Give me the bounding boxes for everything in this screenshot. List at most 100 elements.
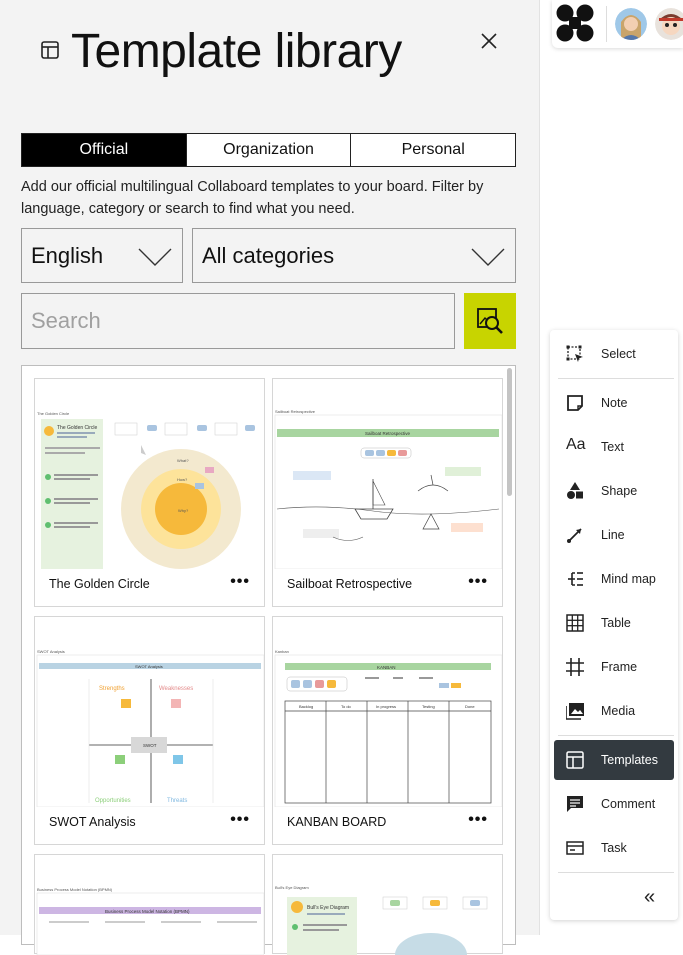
- svg-text:Opportunities: Opportunities: [95, 798, 131, 804]
- more-options-button[interactable]: •••: [230, 574, 250, 590]
- template-name: The Golden Circle: [49, 577, 150, 591]
- comment-icon: [567, 796, 583, 812]
- tools-toolbar: Select Note Aa Text Shape Line Mind map …: [550, 330, 678, 920]
- scrollbar[interactable]: [507, 368, 512, 496]
- close-icon[interactable]: [476, 28, 502, 54]
- svg-text:Sailboat Retrospective: Sailboat Retrospective: [275, 409, 316, 414]
- tool-line[interactable]: Line: [554, 515, 674, 555]
- collaboard-logo-icon[interactable]: [555, 3, 595, 43]
- template-thumbnail: Kanban KANBAN Backlog To do In progress …: [274, 649, 502, 807]
- chevron-down-icon: [471, 248, 505, 266]
- svg-text:Business Process Model Notatio: Business Process Model Notation (BPMN): [37, 887, 113, 892]
- template-thumbnail: SWOT Analysis SWOT Analysis Strengths We…: [36, 649, 264, 807]
- search-input[interactable]: [21, 293, 455, 349]
- tool-frame[interactable]: Frame: [554, 647, 674, 687]
- template-thumbnail: The Golden Circle The Golden Circle What…: [37, 411, 255, 569]
- tool-label: Shape: [601, 484, 638, 498]
- tool-note[interactable]: Note: [554, 383, 674, 423]
- template-icon: [41, 41, 59, 59]
- svg-text:Weaknesses: Weaknesses: [159, 686, 193, 692]
- svg-text:Kanban: Kanban: [275, 649, 289, 654]
- template-thumbnail: Bull's Eye Diagram Bull's Eye Diagram: [275, 885, 488, 955]
- tool-label: Note: [601, 396, 628, 410]
- tool-label: Line: [601, 528, 625, 542]
- tool-templates[interactable]: Templates: [554, 740, 674, 780]
- tool-label: Templates: [601, 753, 658, 767]
- svg-text:Backlog: Backlog: [299, 704, 313, 709]
- tool-label: Mind map: [601, 572, 656, 586]
- divider: [558, 378, 674, 379]
- tab-organization[interactable]: Organization: [187, 134, 352, 166]
- template-name: SWOT Analysis: [49, 815, 136, 829]
- template-thumbnail: Sailboat Retrospective Sailboat Retrospe…: [274, 409, 502, 569]
- collapse-toolbar-button[interactable]: «: [644, 886, 655, 909]
- template-card[interactable]: Kanban KANBAN Backlog To do In progress …: [272, 616, 503, 845]
- tab-personal[interactable]: Personal: [351, 134, 515, 166]
- text-icon: Aa: [566, 436, 586, 453]
- tool-label: Media: [601, 704, 636, 718]
- page-title: Template library: [71, 25, 402, 78]
- svg-text:SWOT Analysis: SWOT Analysis: [37, 649, 65, 654]
- note-icon: [567, 395, 583, 411]
- svg-text:In progress: In progress: [376, 704, 396, 709]
- user-avatar-icon: [655, 8, 683, 40]
- tool-media[interactable]: Media: [554, 691, 674, 731]
- category-select[interactable]: All categories: [192, 228, 516, 283]
- template-card[interactable]: The Golden Circle The Golden Circle What…: [34, 378, 265, 607]
- select-icon: [566, 345, 583, 362]
- svg-text:Bull's Eye Diagram: Bull's Eye Diagram: [307, 905, 349, 911]
- frame-icon: [566, 658, 584, 676]
- svg-text:To do: To do: [341, 704, 352, 709]
- chevron-down-icon: [138, 248, 172, 266]
- language-select-value: English: [31, 242, 104, 268]
- tool-shape[interactable]: Shape: [554, 471, 674, 511]
- template-thumbnail: Business Process Model Notation (BPMN) B…: [36, 887, 264, 955]
- tool-label: Comment: [601, 797, 656, 811]
- media-icon: [566, 703, 584, 720]
- svg-text:Threats: Threats: [167, 798, 187, 804]
- tool-task[interactable]: Task: [554, 828, 674, 868]
- avatar[interactable]: [655, 8, 683, 40]
- more-options-button[interactable]: •••: [468, 574, 488, 590]
- image-search-button[interactable]: [464, 293, 516, 349]
- category-select-value: All categories: [202, 242, 335, 268]
- tool-label: Table: [601, 616, 631, 630]
- tool-text[interactable]: Aa Text: [554, 427, 674, 467]
- table-icon: [566, 614, 584, 632]
- svg-text:Strengths: Strengths: [99, 686, 125, 692]
- shape-icon: [567, 482, 583, 499]
- svg-text:Why?: Why?: [178, 508, 189, 513]
- svg-text:Business Process Model Notatio: Business Process Model Notation (BPMN): [105, 909, 190, 914]
- more-options-button[interactable]: •••: [468, 812, 488, 828]
- tool-select[interactable]: Select: [554, 334, 674, 374]
- image-search-icon: [477, 308, 503, 334]
- tool-table[interactable]: Table: [554, 603, 674, 643]
- template-card[interactable]: Business Process Model Notation (BPMN) B…: [34, 854, 265, 955]
- template-source-tabs: Official Organization Personal: [21, 133, 516, 167]
- tool-comment[interactable]: Comment: [554, 784, 674, 824]
- tool-mind-map[interactable]: Mind map: [554, 559, 674, 599]
- task-icon: [566, 841, 584, 855]
- tool-label: Select: [601, 347, 636, 361]
- svg-text:How?: How?: [177, 477, 188, 482]
- template-card[interactable]: Bull's Eye Diagram Bull's Eye Diagram: [272, 854, 503, 955]
- divider: [558, 735, 674, 736]
- template-library-panel: Template library Official Organization P…: [0, 0, 540, 955]
- divider: [606, 6, 607, 42]
- svg-text:SWOT Analysis: SWOT Analysis: [135, 664, 163, 669]
- tool-label: Task: [601, 841, 627, 855]
- line-icon: [567, 528, 582, 543]
- svg-text:Done: Done: [465, 704, 475, 709]
- svg-text:KANBAN: KANBAN: [377, 665, 396, 670]
- svg-text:The Golden Circle: The Golden Circle: [37, 411, 70, 416]
- more-options-button[interactable]: •••: [230, 812, 250, 828]
- template-card[interactable]: Sailboat Retrospective Sailboat Retrospe…: [272, 378, 503, 607]
- svg-text:Testing: Testing: [422, 704, 435, 709]
- svg-text:What?: What?: [177, 458, 189, 463]
- svg-text:The Golden Circle: The Golden Circle: [57, 425, 98, 431]
- avatar[interactable]: [615, 8, 647, 40]
- tab-official[interactable]: Official: [22, 134, 187, 166]
- template-name: Sailboat Retrospective: [287, 577, 413, 591]
- template-card[interactable]: SWOT Analysis SWOT Analysis Strengths We…: [34, 616, 265, 845]
- language-select[interactable]: English: [21, 228, 183, 283]
